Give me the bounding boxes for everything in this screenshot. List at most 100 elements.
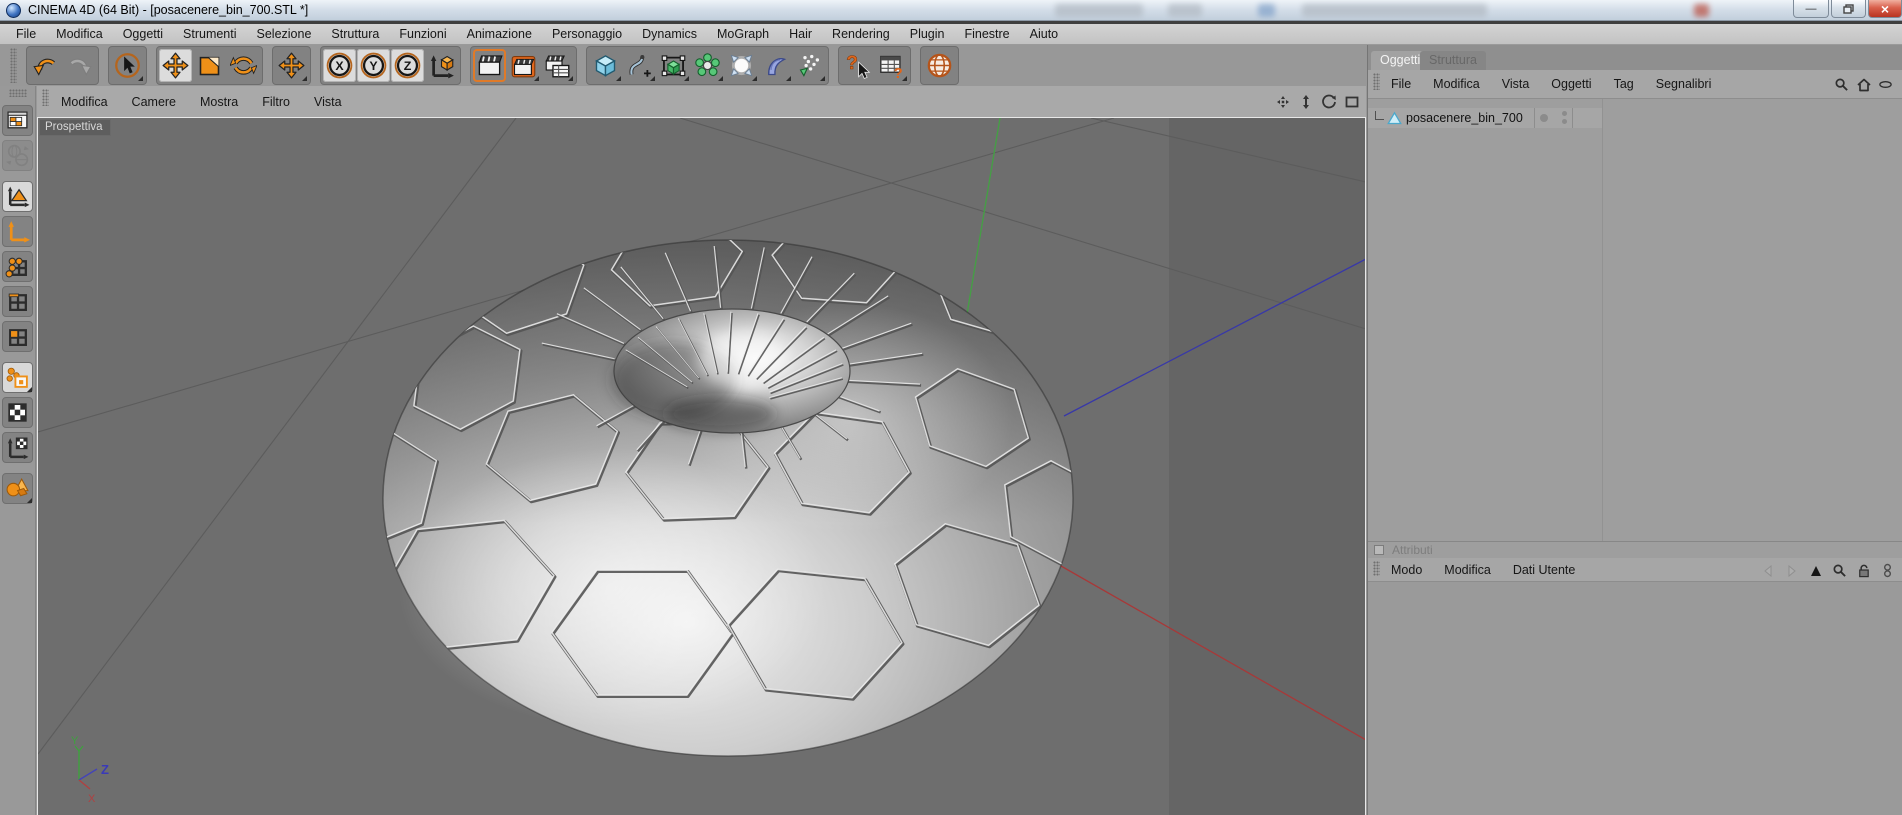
menu-aiuto[interactable]: Aiuto xyxy=(1020,25,1069,43)
add-particles-button[interactable] xyxy=(793,49,826,82)
add-spline-button[interactable] xyxy=(623,49,656,82)
om-menu-vista[interactable]: Vista xyxy=(1491,75,1541,93)
minimize-button[interactable]: — xyxy=(1793,0,1829,18)
add-primitive-button[interactable] xyxy=(589,49,622,82)
add-light-button[interactable] xyxy=(725,49,758,82)
history-back-icon[interactable] xyxy=(1759,562,1776,579)
content-browser-button[interactable] xyxy=(875,49,908,82)
object-manager-grip[interactable] xyxy=(1373,73,1380,90)
menu-selezione[interactable]: Selezione xyxy=(247,25,322,43)
filter-eye-icon[interactable] xyxy=(1877,76,1894,93)
attr-menu-modifica[interactable]: Modifica xyxy=(1433,561,1502,579)
vp-menu-modifica[interactable]: Modifica xyxy=(49,93,120,111)
vp-menu-mostra[interactable]: Mostra xyxy=(188,93,250,111)
undo-button[interactable] xyxy=(29,49,62,82)
om-menu-modifica[interactable]: Modifica xyxy=(1422,75,1491,93)
texture-uv-mode-button[interactable] xyxy=(2,362,33,393)
menu-oggetti[interactable]: Oggetti xyxy=(113,25,173,43)
search-icon[interactable] xyxy=(1833,76,1850,93)
point-mode-button[interactable] xyxy=(2,251,33,282)
render-picture-viewer-button[interactable] xyxy=(507,49,540,82)
om-menu-oggetti[interactable]: Oggetti xyxy=(1540,75,1602,93)
object-row[interactable]: posacenere_bin_700 xyxy=(1368,108,1602,128)
render-settings-icon xyxy=(544,52,571,79)
add-deformer-button[interactable] xyxy=(759,49,792,82)
render-group xyxy=(470,46,577,85)
render-settings-button[interactable] xyxy=(541,49,574,82)
toolbar-grip[interactable] xyxy=(10,48,17,83)
coordinate-system-button[interactable] xyxy=(425,49,458,82)
pan-view-icon[interactable] xyxy=(1274,93,1291,110)
display-filter-button[interactable] xyxy=(2,473,33,504)
attributes-grip[interactable] xyxy=(1373,561,1380,576)
menu-animazione[interactable]: Animazione xyxy=(457,25,542,43)
menu-modifica[interactable]: Modifica xyxy=(46,25,113,43)
column-separator xyxy=(1572,108,1573,128)
tab-struttura[interactable]: Struttura xyxy=(1420,51,1486,70)
visibility-dot-editor[interactable] xyxy=(1562,111,1567,116)
menu-personaggio[interactable]: Personaggio xyxy=(542,25,632,43)
dolly-view-icon[interactable] xyxy=(1297,93,1314,110)
menu-strumenti[interactable]: Strumenti xyxy=(173,25,247,43)
axis-x-lock-button[interactable]: X xyxy=(323,49,356,82)
enable-dot[interactable] xyxy=(1540,114,1548,122)
add-modeling-button[interactable] xyxy=(691,49,724,82)
active-tool-button[interactable] xyxy=(275,49,308,82)
scale-tool-button[interactable] xyxy=(193,49,226,82)
attributes-checkbox[interactable] xyxy=(1374,545,1384,555)
vp-menu-filtro[interactable]: Filtro xyxy=(250,93,302,111)
om-menu-segnalibri[interactable]: Segnalibri xyxy=(1645,75,1723,93)
viewport-3d-canvas[interactable]: Y Z X Prospettiva xyxy=(37,117,1366,815)
home-icon[interactable] xyxy=(1855,76,1872,93)
viewport-grip[interactable] xyxy=(42,89,49,106)
menu-hair[interactable]: Hair xyxy=(779,25,822,43)
menu-funzioni[interactable]: Funzioni xyxy=(389,25,456,43)
edge-mode-button[interactable] xyxy=(2,286,33,317)
online-help-button[interactable] xyxy=(923,49,956,82)
axis-lock-group: X Y Z xyxy=(320,46,461,85)
visibility-dot-render[interactable] xyxy=(1562,119,1567,124)
axis-y-lock-button[interactable]: Y xyxy=(357,49,390,82)
attr-menu-modo[interactable]: Modo xyxy=(1380,561,1433,579)
attr-menu-dati-utente[interactable]: Dati Utente xyxy=(1502,561,1587,579)
polygon-mode-button[interactable] xyxy=(2,321,33,352)
main-menubar: File Modifica Oggetti Strumenti Selezion… xyxy=(0,24,1902,45)
help-button[interactable] xyxy=(841,49,874,82)
menu-mograph[interactable]: MoGraph xyxy=(707,25,779,43)
history-forward-icon[interactable] xyxy=(1783,562,1800,579)
render-view-button[interactable] xyxy=(473,49,506,82)
lock-icon[interactable] xyxy=(1855,562,1872,579)
snapshot-icon[interactable] xyxy=(1879,562,1896,579)
orbit-view-icon[interactable] xyxy=(1320,93,1337,110)
restore-button[interactable] xyxy=(1831,0,1866,18)
vp-menu-vista[interactable]: Vista xyxy=(302,93,354,111)
axis-z-lock-button[interactable]: Z xyxy=(391,49,424,82)
redo-button[interactable] xyxy=(63,49,96,82)
om-menu-tag[interactable]: Tag xyxy=(1603,75,1645,93)
texture-mode-button[interactable] xyxy=(2,397,33,428)
menu-file[interactable]: File xyxy=(6,25,46,43)
view-label[interactable]: Prospettiva xyxy=(39,119,111,136)
object-axis-mode-button[interactable] xyxy=(2,216,33,247)
vp-menu-camere[interactable]: Camere xyxy=(120,93,188,111)
object-list[interactable]: posacenere_bin_700 xyxy=(1368,99,1902,541)
maximize-view-icon[interactable] xyxy=(1343,93,1360,110)
rotate-tool-button[interactable] xyxy=(227,49,260,82)
menu-plugin[interactable]: Plugin xyxy=(900,25,955,43)
make-editable-button[interactable] xyxy=(2,105,33,136)
close-button[interactable]: × xyxy=(1868,0,1902,18)
live-selection-button[interactable] xyxy=(111,49,144,82)
texture-axis-mode-button[interactable] xyxy=(2,432,33,463)
palette-grip[interactable] xyxy=(8,89,27,97)
model-mode-button[interactable] xyxy=(2,181,33,212)
search-icon[interactable] xyxy=(1831,562,1848,579)
collapse-triangle-icon[interactable] xyxy=(1807,562,1824,579)
menu-struttura[interactable]: Struttura xyxy=(321,25,389,43)
add-generator-button[interactable] xyxy=(657,49,690,82)
om-menu-file[interactable]: File xyxy=(1380,75,1422,93)
menu-dynamics[interactable]: Dynamics xyxy=(632,25,707,43)
move-tool-button[interactable] xyxy=(159,49,192,82)
main-toolbar: X Y Z xyxy=(0,45,1366,86)
menu-finestre[interactable]: Finestre xyxy=(954,25,1019,43)
menu-rendering[interactable]: Rendering xyxy=(822,25,900,43)
